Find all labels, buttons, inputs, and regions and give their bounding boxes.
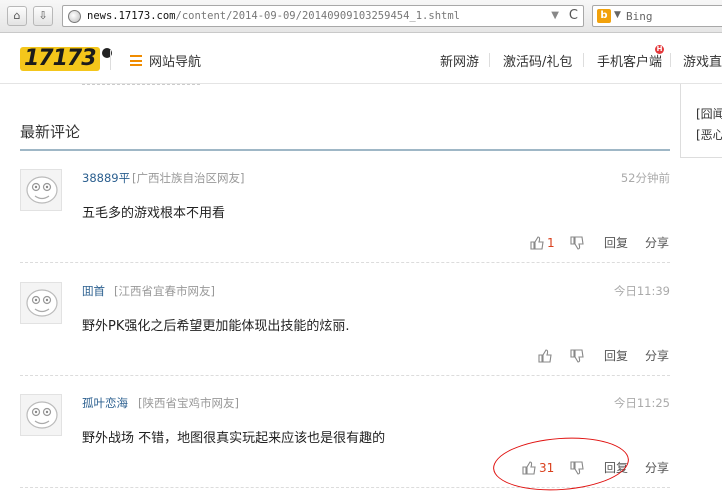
- site-header: 17173 网站导航 新网游 激活码/礼包 手机客户端 H 游戏直达: [0, 34, 722, 84]
- reply-button[interactable]: 回复: [604, 460, 628, 476]
- menu-icon: [130, 55, 142, 66]
- search-bar[interactable]: b ▼ Bing: [592, 5, 722, 27]
- default-avatar-icon: [26, 176, 58, 204]
- comments-section-title: 最新评论: [20, 123, 81, 141]
- nav-link-new-games[interactable]: 新网游: [440, 51, 479, 70]
- comment-time: 今日11:25: [613, 396, 670, 410]
- reply-button[interactable]: 回复: [604, 348, 628, 364]
- avatar[interactable]: [20, 394, 62, 436]
- site-logo[interactable]: 17173: [20, 47, 112, 71]
- comment-username[interactable]: 38889平: [82, 170, 130, 186]
- comment-time: 52分钟前: [620, 171, 670, 185]
- browser-toolbar: ⌂ ⇩ news.17173.com/content/2014-09-09/20…: [0, 0, 722, 33]
- avatar[interactable]: [20, 169, 62, 211]
- share-button[interactable]: 分享: [645, 460, 669, 476]
- thumbs-down-icon[interactable]: [570, 461, 584, 475]
- globe-icon: [68, 10, 81, 23]
- bing-icon: b: [597, 9, 611, 23]
- comment-item: 孤叶恋海 [陕西省宝鸡市网友] 今日11:25 野外战场 不错，地图很真实玩起来…: [20, 375, 670, 488]
- default-avatar-icon: [26, 289, 58, 317]
- nav-link-mobile-client[interactable]: 手机客户端: [597, 51, 662, 70]
- logo-text: 17173: [20, 47, 100, 71]
- side-panel-item[interactable]: [囧闻: [696, 105, 722, 122]
- hot-badge: H: [655, 45, 664, 54]
- reload-icon[interactable]: C: [569, 8, 578, 23]
- comment-actions: 1 回复 分享: [530, 235, 670, 251]
- nav-separator: [583, 53, 584, 67]
- reply-button[interactable]: 回复: [604, 235, 628, 251]
- side-panel: [囧闻 [恶心: [680, 84, 722, 158]
- site-nav-label: 网站导航: [149, 55, 202, 70]
- comment-location: [广西壮族自治区网友]: [132, 171, 245, 185]
- download-button[interactable]: ⇩: [33, 6, 53, 26]
- comment-text: 野外PK强化之后希望更加能体现出技能的炫丽.: [82, 319, 350, 334]
- home-button[interactable]: ⌂: [7, 6, 27, 26]
- comment-item: 38889平 [广西壮族自治区网友] 52分钟前 五毛多的游戏根本不用看 1 回…: [20, 150, 670, 263]
- divider-dashed: [82, 84, 200, 85]
- url-path: /content/2014-09-09/20140909103259454_1.…: [175, 10, 460, 22]
- thumbs-down-icon[interactable]: [570, 236, 584, 250]
- comment-time: 今日11:39: [613, 284, 670, 298]
- thumbs-up-icon[interactable]: [522, 461, 536, 475]
- comment-text: 野外战场 不错，地图很真实玩起来应该也是很有趣的: [82, 431, 386, 446]
- like-count: 1: [547, 236, 555, 250]
- comment-location: [陕西省宝鸡市网友]: [138, 396, 239, 410]
- nav-separator: [670, 53, 671, 67]
- thumbs-up-icon[interactable]: [530, 236, 544, 250]
- url-text: news.17173.com/content/2014-09-09/201409…: [87, 10, 460, 22]
- site-nav-menu[interactable]: 网站导航: [130, 51, 201, 70]
- thumbs-down-icon[interactable]: [570, 349, 584, 363]
- address-bar[interactable]: news.17173.com/content/2014-09-09/201409…: [62, 5, 584, 27]
- share-button[interactable]: 分享: [645, 235, 669, 251]
- header-divider: [110, 50, 111, 70]
- thumbs-up-icon[interactable]: [538, 349, 552, 363]
- search-engine-dropdown-icon[interactable]: ▼: [614, 10, 621, 20]
- share-button[interactable]: 分享: [645, 348, 669, 364]
- comment-location: [江西省宜春市网友]: [114, 284, 215, 298]
- comment-actions: 31 回复 分享: [522, 460, 670, 476]
- default-avatar-icon: [26, 401, 58, 429]
- url-host: news.17173.com: [87, 10, 176, 22]
- like-count: 31: [539, 461, 555, 475]
- url-dropdown-icon[interactable]: ▼: [551, 10, 559, 21]
- avatar[interactable]: [20, 282, 62, 324]
- comment-item: 囬首 [江西省宜春市网友] 今日11:39 野外PK强化之后希望更加能体现出技能…: [20, 263, 670, 376]
- nav-separator: [489, 53, 490, 67]
- side-panel-item[interactable]: [恶心: [696, 126, 722, 143]
- nav-link-game-direct[interactable]: 游戏直达: [683, 51, 722, 70]
- comment-actions: 回复 分享: [530, 348, 670, 364]
- comment-text: 五毛多的游戏根本不用看: [82, 206, 226, 221]
- search-engine-label: Bing: [626, 10, 653, 23]
- comment-username[interactable]: 孤叶恋海: [82, 395, 128, 411]
- nav-link-codes-gifts[interactable]: 激活码/礼包: [503, 51, 572, 70]
- comment-username[interactable]: 囬首: [82, 283, 105, 299]
